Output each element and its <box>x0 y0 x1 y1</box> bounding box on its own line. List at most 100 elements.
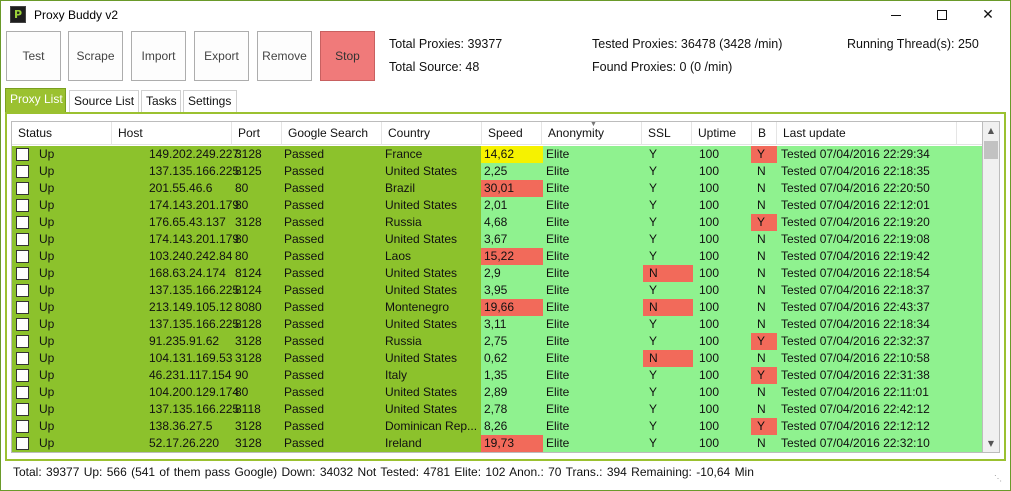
uptime-cell: 100 <box>693 197 751 214</box>
google-search-cell: Passed <box>284 181 325 195</box>
host-cell: 52.17.26.220 <box>149 436 220 450</box>
row-checkbox[interactable] <box>16 386 29 399</box>
speed-cell: 0,62 <box>481 350 543 367</box>
row-checkbox[interactable] <box>16 250 29 263</box>
table-row[interactable]: Up 149.202.249.227 3128 Passed France 14,62 El… <box>12 146 982 163</box>
table-row[interactable]: Up 137.135.166.225 8118 Passed United States… <box>12 401 982 418</box>
google-search-cell: Passed <box>284 164 325 178</box>
column-header-host[interactable]: Host <box>112 122 232 145</box>
table-row[interactable]: Up 201.55.46.6 80 Passed Brazil 30,01 Elite Y 10… <box>12 180 982 197</box>
anonymity-cell: Elite <box>543 197 643 214</box>
tab-tasks[interactable]: Tasks <box>141 90 181 112</box>
row-checkbox[interactable] <box>16 369 29 382</box>
google-search-cell: Passed <box>284 249 325 263</box>
anonymity-cell: Elite <box>543 163 643 180</box>
column-header-uptime[interactable]: Uptime <box>692 122 752 145</box>
tab-proxy-list[interactable]: Proxy List <box>5 88 66 112</box>
proxy-table[interactable]: Status Host Port Google Search Country S… <box>11 121 983 453</box>
host-cell: 137.135.166.225 <box>149 164 240 178</box>
column-header-last-update[interactable]: Last update <box>777 122 957 145</box>
table-row[interactable]: Up 137.135.166.225 8128 Passed United States… <box>12 316 982 333</box>
table-row[interactable]: Up 174.143.201.179 80 Passed United States 2,… <box>12 197 982 214</box>
table-row[interactable]: Up 137.135.166.225 8124 Passed United States… <box>12 282 982 299</box>
google-search-cell: Passed <box>284 419 325 433</box>
table-row[interactable]: Up 176.65.43.137 3128 Passed Russia 4,68 Elite… <box>12 214 982 231</box>
row-checkbox[interactable] <box>16 216 29 229</box>
port-cell: 8124 <box>235 283 262 297</box>
table-row[interactable]: Up 174.143.201.179 80 Passed United States 3,… <box>12 231 982 248</box>
row-checkbox[interactable] <box>16 233 29 246</box>
ssl-cell: Y <box>643 146 693 163</box>
row-checkbox[interactable] <box>16 335 29 348</box>
uptime-cell: 100 <box>693 146 751 163</box>
remove-button[interactable]: Remove <box>257 31 312 81</box>
tab-settings[interactable]: Settings <box>183 90 237 112</box>
column-header-port[interactable]: Port <box>232 122 282 145</box>
host-cell: 174.143.201.179 <box>149 198 240 212</box>
test-button[interactable]: Test <box>6 31 61 81</box>
close-button[interactable]: ✕ <box>965 1 1011 29</box>
row-checkbox[interactable] <box>16 165 29 178</box>
total-source-stat: Total Source: 48 <box>389 60 480 74</box>
status-text: Up <box>39 419 55 433</box>
table-row[interactable]: Up 46.231.117.154 90 Passed Italy 1,35 Elite Y 1… <box>12 367 982 384</box>
row-checkbox[interactable] <box>16 352 29 365</box>
table-row[interactable]: Up 52.17.26.220 3128 Passed Ireland 19,73 Elit… <box>12 435 982 452</box>
b-cell: Y <box>751 367 777 384</box>
row-checkbox[interactable] <box>16 148 29 161</box>
uptime-cell: 100 <box>693 316 751 333</box>
scrape-button[interactable]: Scrape <box>68 31 123 81</box>
ssl-cell: Y <box>643 418 693 435</box>
window-title: Proxy Buddy v2 <box>34 8 119 22</box>
row-checkbox[interactable] <box>16 199 29 212</box>
table-row[interactable]: Up 104.200.129.174 80 Passed United States 2,… <box>12 384 982 401</box>
vertical-scrollbar[interactable]: ▲ ▼ <box>983 121 1000 453</box>
last-update-cell: Tested 07/04/2016 22:42:12 <box>777 401 982 418</box>
column-header-b[interactable]: B <box>752 122 777 145</box>
anonymity-cell: Elite <box>543 384 643 401</box>
import-button[interactable]: Import <box>131 31 186 81</box>
last-update-cell: Tested 07/04/2016 22:20:50 <box>777 180 982 197</box>
status-text: Up <box>39 436 55 450</box>
table-row[interactable]: Up 168.63.24.174 8124 Passed United States 2,… <box>12 265 982 282</box>
scroll-up-icon[interactable]: ▲ <box>983 122 999 139</box>
table-row[interactable]: Up 103.240.242.84 80 Passed Laos 15,22 Elite Y 1… <box>12 248 982 265</box>
speed-cell: 19,73 <box>481 435 543 452</box>
table-row[interactable]: Up 138.36.27.5 3128 Passed Dominican Rep... 8… <box>12 418 982 435</box>
table-row[interactable]: Up 104.131.169.53 3128 Passed United States 0… <box>12 350 982 367</box>
column-header-ssl[interactable]: SSL <box>642 122 692 145</box>
table-row[interactable]: Up 213.149.105.12 8080 Passed Montenegro 19,6… <box>12 299 982 316</box>
row-checkbox[interactable] <box>16 318 29 331</box>
stop-button[interactable]: Stop <box>320 31 375 81</box>
column-header-google-search[interactable]: Google Search <box>282 122 382 145</box>
column-header-status[interactable]: Status <box>12 122 112 145</box>
host-cell: 137.135.166.225 <box>149 402 240 416</box>
anonymity-cell: Elite <box>543 214 643 231</box>
column-header-country[interactable]: Country <box>382 122 482 145</box>
anonymity-cell: Elite <box>543 146 643 163</box>
row-checkbox[interactable] <box>16 403 29 416</box>
scroll-down-icon[interactable]: ▼ <box>983 435 999 452</box>
export-button[interactable]: Export <box>194 31 249 81</box>
row-checkbox[interactable] <box>16 437 29 450</box>
title-bar[interactable]: P Proxy Buddy v2 ✕ <box>1 1 1010 29</box>
scroll-thumb[interactable] <box>984 141 998 159</box>
maximize-button[interactable] <box>919 1 965 29</box>
port-cell: 8118 <box>235 402 261 416</box>
port-cell: 3128 <box>235 436 262 450</box>
minimize-button[interactable] <box>873 1 919 29</box>
uptime-cell: 100 <box>693 299 751 316</box>
resize-grip-icon[interactable]: ⋱ <box>994 474 1004 484</box>
row-checkbox[interactable] <box>16 301 29 314</box>
row-checkbox[interactable] <box>16 182 29 195</box>
table-row[interactable]: Up 91.235.91.62 3128 Passed Russia 2,75 Elite Y… <box>12 333 982 350</box>
row-checkbox[interactable] <box>16 420 29 433</box>
port-cell: 80 <box>235 181 249 195</box>
row-checkbox[interactable] <box>16 284 29 297</box>
table-row[interactable]: Up 137.135.166.225 8125 Passed United States… <box>12 163 982 180</box>
uptime-cell: 100 <box>693 418 751 435</box>
column-header-speed[interactable]: Speed <box>482 122 542 145</box>
tab-source-list[interactable]: Source List <box>69 90 139 112</box>
speed-cell: 3,67 <box>481 231 543 248</box>
row-checkbox[interactable] <box>16 267 29 280</box>
